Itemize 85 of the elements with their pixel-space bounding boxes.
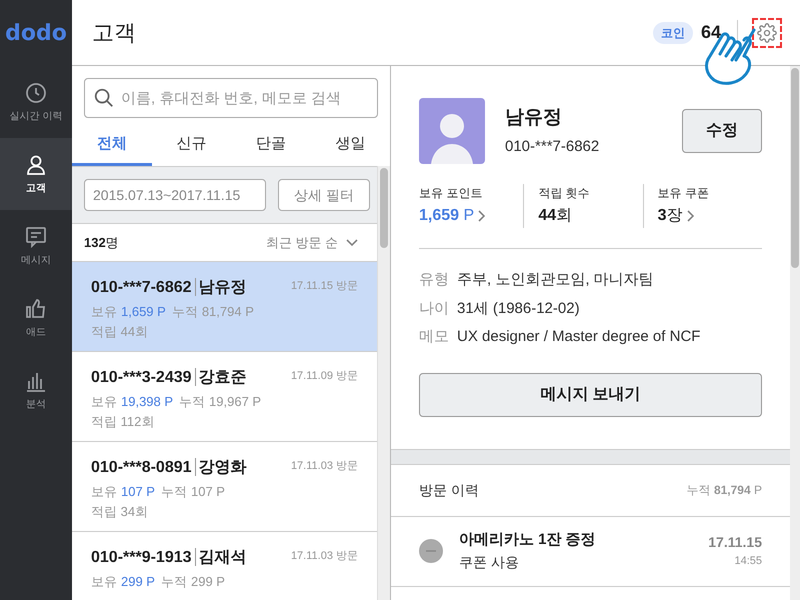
search-icon xyxy=(93,87,115,109)
held-points: 1,659 P xyxy=(121,303,166,321)
app-logo: dodo xyxy=(5,20,67,48)
point-label: 누적 xyxy=(160,573,187,591)
visit-history-title: 방문 이력 xyxy=(419,480,479,500)
total-points: 107 P xyxy=(190,483,225,501)
stat-value: 44회 xyxy=(538,206,572,226)
visit-count: 적립 44회 xyxy=(91,322,150,340)
point-label: 보유 xyxy=(91,573,117,591)
visit-date: 17.11.09 방문 xyxy=(290,369,358,384)
customer-phone: 010-***7-6862 xyxy=(505,137,600,157)
scrollbar[interactable] xyxy=(377,166,390,600)
sidebar-item[interactable]: 분석 xyxy=(0,354,72,426)
point-label: 보유 xyxy=(91,303,117,321)
total-points: 299 P xyxy=(190,573,225,591)
sidebar-item[interactable]: 메시지 xyxy=(0,210,72,282)
point-label: 누적 xyxy=(179,393,206,411)
person-icon xyxy=(24,152,48,176)
filter-tab[interactable]: 생일 xyxy=(310,126,390,166)
page-title: 고객 xyxy=(92,19,136,47)
held-points: 19,398 P xyxy=(121,393,174,411)
visit-entry-title: 아메리카노 1잔 증정 xyxy=(459,530,596,550)
point-label: 누적 xyxy=(172,303,198,321)
customer-row[interactable]: 010-***7-6862 남유정 17.11.15 방문 보유 1,659 P 누적 81,794 P 적립 44회 xyxy=(72,262,377,352)
sidebar-item[interactable]: 애드 xyxy=(0,282,72,354)
stat-label: 보유 쿠폰 xyxy=(658,185,710,202)
customer-phone: 010-***3-2439 xyxy=(91,368,192,388)
visit-date: 17.11.03 방문 xyxy=(290,549,358,564)
coin-count: 64 xyxy=(700,21,721,44)
sort-dropdown[interactable]: 최근 방문 순 xyxy=(266,232,358,252)
visit-date: 17.11.03 방문 xyxy=(290,459,358,474)
sidebar-item[interactable]: 실시간 이력 xyxy=(0,66,72,138)
customer-count: 132명 xyxy=(84,234,119,252)
held-points: 107 P xyxy=(121,483,155,501)
message-icon xyxy=(24,224,48,248)
point-label: 보유 xyxy=(91,393,117,411)
chevron-down-icon xyxy=(346,238,358,246)
total-points: 81,794 P xyxy=(202,303,254,321)
chevron-right-icon[interactable] xyxy=(686,210,694,222)
settings-icon xyxy=(757,22,777,42)
customer-phone: 010-***8-0891 xyxy=(91,458,192,478)
stat-label: 보유 포인트 xyxy=(419,185,484,202)
minus-circle-icon xyxy=(419,539,443,563)
chevron-right-icon[interactable] xyxy=(478,210,486,222)
thumb-icon xyxy=(24,296,48,320)
customer-name: 강영화 xyxy=(198,458,247,478)
point-label: 보유 xyxy=(91,483,117,501)
coin-badge: 코인 xyxy=(652,22,693,44)
info-label: 메모 xyxy=(419,327,449,347)
info-value: UX designer / Master degree of NCF xyxy=(457,327,700,347)
customer-name: 남유정 xyxy=(505,106,563,130)
sidebar-item[interactable]: 고객 xyxy=(0,138,72,210)
info-value: 31세 (1986-12-02) xyxy=(457,298,580,318)
settings-button[interactable] xyxy=(754,20,780,46)
date-range-field[interactable]: 2015.07.13~2017.11.15 xyxy=(84,179,266,211)
stat-label: 적립 횟수 xyxy=(538,185,591,202)
stat-value[interactable]: 1,659 P xyxy=(419,204,474,228)
customer-name: 남유정 xyxy=(198,278,247,298)
visit-entry-subtitle: 쿠폰 사용 xyxy=(459,552,520,572)
scrollbar[interactable] xyxy=(790,66,800,600)
visit-history-total: 누적 81,794 P xyxy=(686,482,762,499)
avatar-silhouette xyxy=(419,98,485,164)
info-label: 나이 xyxy=(419,298,449,318)
stat-value[interactable]: 3장 xyxy=(658,204,683,228)
customer-phone: 010-***7-6862 xyxy=(91,278,192,298)
visit-count: 적립 34회 xyxy=(91,502,150,520)
clock-icon xyxy=(24,80,48,104)
filter-tab[interactable]: 신규 xyxy=(152,126,231,166)
detail-filter-button[interactable]: 상세 필터 xyxy=(278,179,370,211)
info-label: 유형 xyxy=(419,270,449,290)
customer-phone: 010-***9-1913 xyxy=(91,548,192,568)
visit-count: 적립 112회 xyxy=(91,412,156,430)
total-points: 19,967 P xyxy=(209,393,262,411)
visit-entry-date: 17.11.15 xyxy=(708,533,762,552)
customer-name: 강효준 xyxy=(198,368,247,388)
send-message-button[interactable]: 메시지 보내기 xyxy=(419,372,762,416)
visit-date: 17.11.15 방문 xyxy=(290,279,358,294)
customer-name: 김재석 xyxy=(198,548,247,568)
info-value: 주부, 노인회관모임, 마니자팀 xyxy=(457,270,654,290)
filter-tab[interactable]: 단골 xyxy=(231,126,310,166)
edit-button[interactable]: 수정 xyxy=(682,109,762,153)
held-points: 299 P xyxy=(121,573,155,591)
visit-entry-time: 14:55 xyxy=(734,554,762,570)
point-label: 누적 xyxy=(160,483,187,501)
search-field[interactable]: 이름, 휴대전화 번호, 메모로 검색 xyxy=(84,78,378,118)
